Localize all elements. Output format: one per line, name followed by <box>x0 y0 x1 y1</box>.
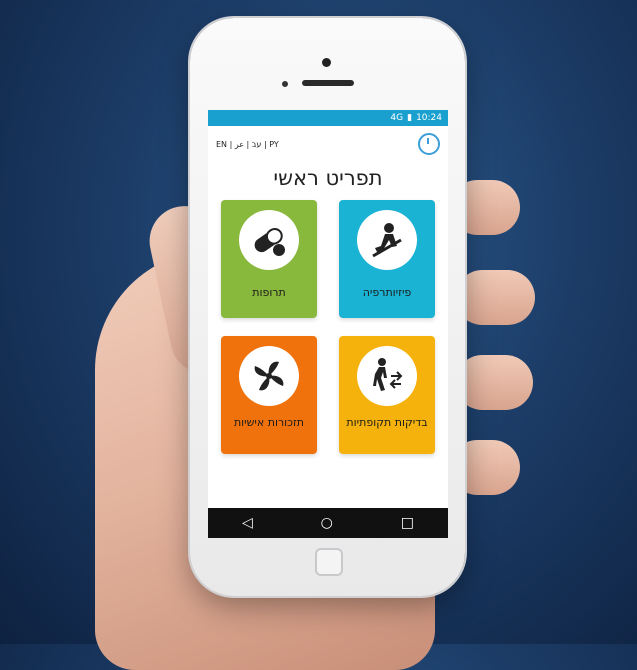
status-time: 10:24 <box>416 113 442 123</box>
physio-icon <box>357 210 417 270</box>
home-button[interactable]: ○ <box>321 515 333 531</box>
phone-home-button[interactable] <box>315 548 343 576</box>
signal-icon: 4G <box>390 113 404 123</box>
tile-periodic-tests[interactable]: בדיקות תקופתיות <box>339 336 435 454</box>
pills-icon <box>239 210 299 270</box>
back-button[interactable]: ◁ <box>242 515 253 531</box>
tile-medications[interactable]: תרופות <box>221 200 317 318</box>
front-sensor <box>322 58 331 67</box>
status-bar: 4G ▮ 10:24 <box>208 110 448 126</box>
app-screen: 4G ▮ 10:24 EN | עב | عر | PY תפריט ראשי <box>208 110 448 538</box>
front-camera <box>282 81 288 87</box>
phone: 4G ▮ 10:24 EN | עב | عر | PY תפריט ראשי <box>190 18 465 596</box>
tile-label: פיזיותרפיה <box>362 286 412 299</box>
alarm-clock-icon[interactable] <box>418 133 440 155</box>
menu-grid: תרופות פיזיותרפיה תזכורות אישיות בדיקות … <box>208 200 448 454</box>
tile-label: בדיקות תקופתיות <box>346 416 428 429</box>
fan-icon <box>239 346 299 406</box>
android-nav-bar: ◁ ○ □ <box>208 508 448 538</box>
page-title: תפריט ראשי <box>273 166 383 190</box>
finger-3 <box>455 355 533 410</box>
walking-icon <box>357 346 417 406</box>
finger-2 <box>455 270 535 325</box>
battery-icon: ▮ <box>407 113 413 123</box>
language-switcher[interactable]: EN | עב | عر | PY <box>216 140 279 149</box>
tile-personal-reminders[interactable]: תזכורות אישיות <box>221 336 317 454</box>
tile-label: תרופות <box>252 286 286 299</box>
earpiece <box>302 80 354 86</box>
tile-physiotherapy[interactable]: פיזיותרפיה <box>339 200 435 318</box>
recents-button[interactable]: □ <box>401 515 414 531</box>
tile-label: תזכורות אישיות <box>233 416 305 429</box>
